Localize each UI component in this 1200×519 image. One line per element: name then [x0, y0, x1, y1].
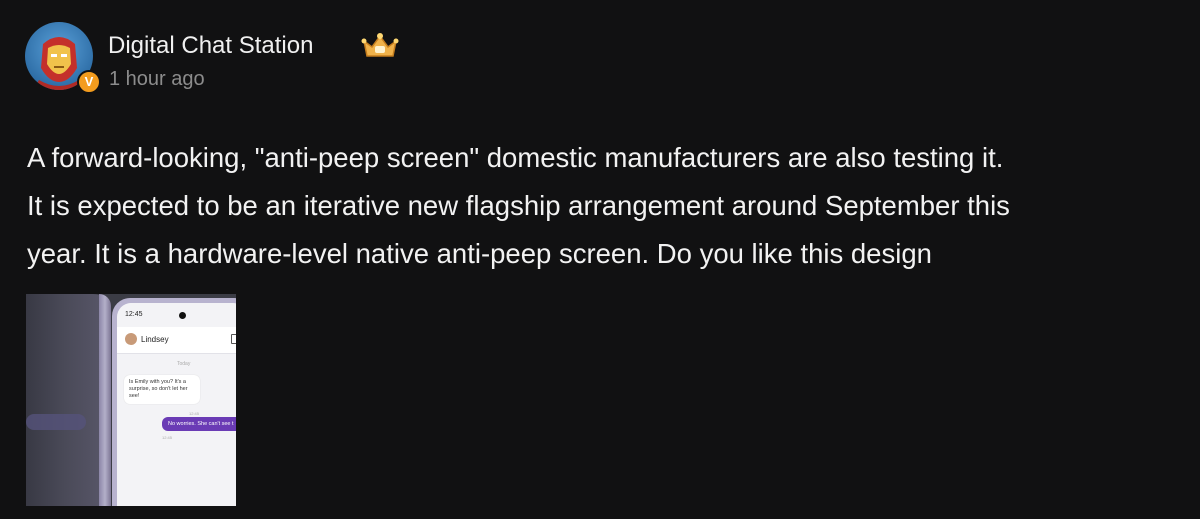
post-body: A forward-looking, "anti-peep screen" do…	[27, 134, 1192, 278]
post-image[interactable]: 12:45 Lindsey Today Is Emily with you? I…	[26, 294, 236, 506]
phone-screen: 12:45 Lindsey Today Is Emily with you? I…	[117, 303, 236, 506]
phone-status-time: 12:45	[125, 311, 143, 318]
contact-avatar	[125, 333, 137, 345]
post-text-line: year. It is a hardware-level native anti…	[27, 238, 932, 269]
contact-name: Lindsey	[141, 335, 169, 344]
phone-icon	[231, 334, 236, 344]
outgoing-message: No worries. She can't see t	[162, 417, 236, 431]
crown-icon	[361, 33, 399, 57]
phone-back-image	[26, 294, 111, 506]
incoming-message: Is Emily with you? It's a surprise, so d…	[124, 375, 200, 404]
post-timestamp: 1 hour ago	[109, 68, 205, 90]
chat-header: Lindsey	[117, 327, 236, 354]
verified-icon: V	[77, 70, 101, 94]
author-name[interactable]: Digital Chat Station	[108, 32, 313, 60]
post-text-line: A forward-looking, "anti-peep screen" do…	[27, 142, 1004, 173]
outgoing-time: 12:45	[162, 435, 173, 440]
post-header: V Digital Chat Station 1 hour ago	[25, 20, 625, 94]
day-label: Today	[177, 361, 191, 367]
camera-icon	[179, 312, 186, 319]
post-text-line: It is expected to be an iterative new fl…	[27, 190, 1010, 221]
phone-front-image: 12:45 Lindsey Today Is Emily with you? I…	[112, 298, 236, 506]
incoming-time: 12:45	[189, 411, 200, 416]
